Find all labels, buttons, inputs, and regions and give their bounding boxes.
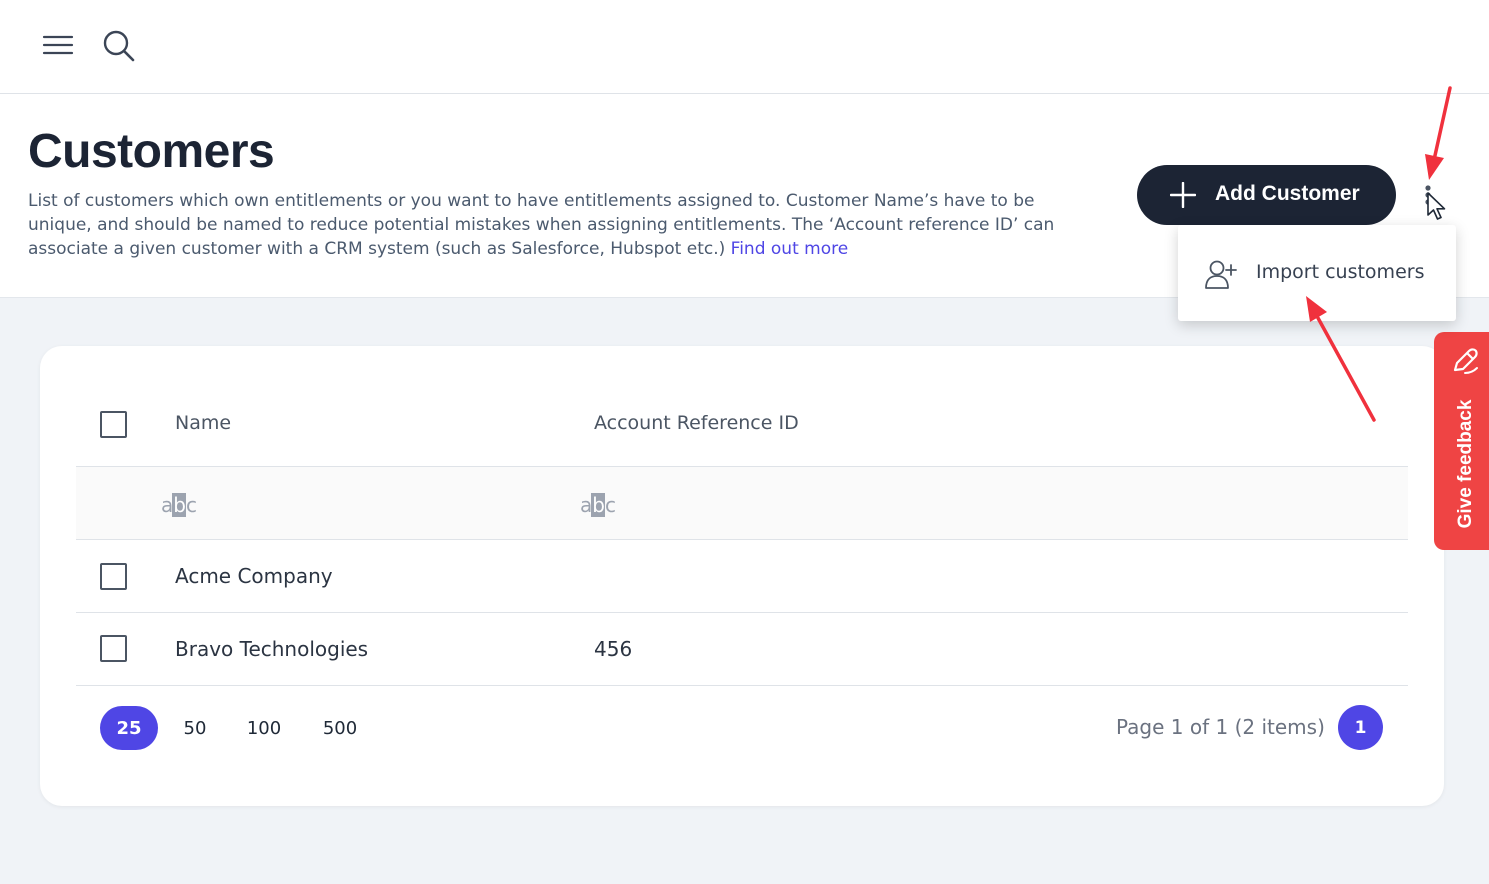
- page-info: Page 1 of 1 (2 items): [1116, 715, 1325, 739]
- table-cell-name[interactable]: Bravo Technologies: [175, 637, 368, 661]
- filter-row: abc abc: [76, 467, 1408, 540]
- select-all-checkbox[interactable]: [100, 411, 127, 438]
- page-title: Customers: [28, 125, 275, 178]
- divider: [76, 539, 1408, 540]
- page-description: List of customers which own entitlements…: [28, 189, 1088, 261]
- add-customer-button[interactable]: Add Customer: [1137, 165, 1396, 225]
- page-size-500[interactable]: 500: [312, 706, 368, 750]
- customers-table-card: Name Account Reference ID abc abc Acme C…: [40, 346, 1444, 806]
- page-size-50[interactable]: 50: [172, 706, 218, 750]
- row-checkbox[interactable]: [100, 635, 127, 662]
- page-size-100[interactable]: 100: [236, 706, 292, 750]
- column-header-name[interactable]: Name: [175, 412, 231, 434]
- plus-icon: [1170, 182, 1196, 208]
- account-ref-filter-icon[interactable]: abc: [580, 493, 616, 517]
- give-feedback-label: Give feedback: [1455, 399, 1476, 529]
- divider: [76, 612, 1408, 613]
- hamburger-menu-icon[interactable]: [40, 28, 76, 62]
- page-button-1[interactable]: 1: [1338, 705, 1383, 750]
- table-cell-account-ref: 456: [594, 637, 633, 661]
- row-checkbox[interactable]: [100, 563, 127, 590]
- import-customers-label: Import customers: [1256, 261, 1425, 283]
- more-options-dropdown: Import customers: [1178, 225, 1456, 321]
- description-text: List of customers which own entitlements…: [28, 191, 1055, 259]
- pen-icon: [1453, 348, 1478, 374]
- add-customer-label: Add Customer: [1215, 182, 1360, 205]
- import-customers-menu-item[interactable]: Import customers: [1178, 225, 1456, 321]
- find-out-more-link[interactable]: Find out more: [731, 239, 849, 259]
- column-header-account-reference-id[interactable]: Account Reference ID: [594, 412, 799, 434]
- top-bar: [0, 0, 1489, 94]
- divider: [76, 685, 1408, 686]
- table-cell-name[interactable]: Acme Company: [175, 564, 333, 588]
- name-filter-icon[interactable]: abc: [161, 493, 197, 517]
- more-options-kebab-icon[interactable]: [1418, 184, 1438, 216]
- add-user-icon: [1205, 260, 1237, 289]
- search-icon[interactable]: [100, 27, 136, 63]
- page-size-25[interactable]: 25: [100, 706, 158, 750]
- give-feedback-tab[interactable]: Give feedback: [1434, 332, 1489, 550]
